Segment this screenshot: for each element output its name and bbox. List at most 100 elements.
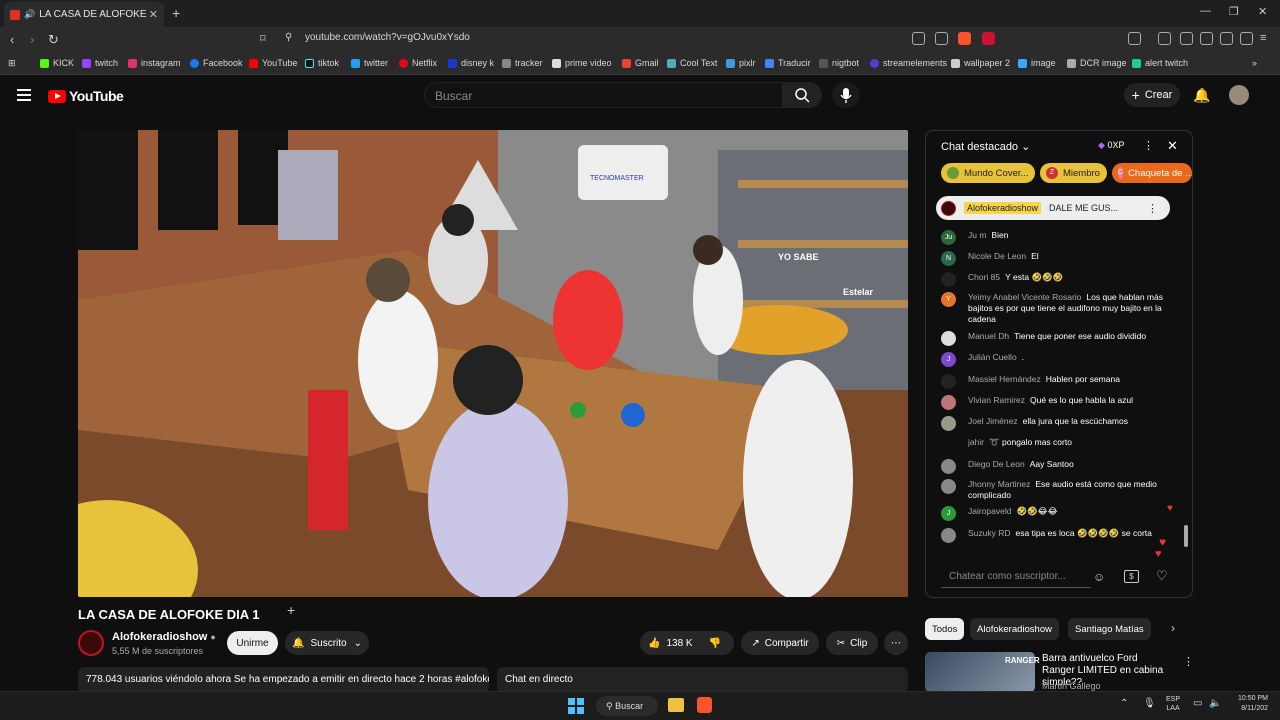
bookmark-tiktok[interactable]: tiktok	[305, 58, 339, 68]
pinned-more-icon[interactable]: ⋮	[1147, 202, 1158, 215]
network-icon[interactable]: ▭	[1193, 698, 1202, 709]
forward-icon[interactable]: ›	[30, 32, 34, 47]
bookmark-youtube[interactable]: YouTube	[249, 58, 297, 68]
chevron-right-icon[interactable]: ›	[1171, 621, 1175, 635]
bookmark-streamelements[interactable]: streamelements	[870, 58, 947, 68]
video-player[interactable]: TECNOMASTER YO SABE Estelar	[78, 130, 908, 597]
close-chat-icon[interactable]: ✕	[1167, 138, 1178, 154]
heart-icon[interactable]: ♡	[1156, 568, 1168, 584]
apps-icon[interactable]: ⊞	[8, 58, 16, 69]
subscribed-button[interactable]: 🔔 Suscrito ⌄	[285, 631, 369, 655]
minimize-icon[interactable]: —	[1200, 5, 1211, 17]
search-button[interactable]	[782, 82, 822, 108]
brave-shield-icon[interactable]	[958, 32, 971, 45]
site-info-icon[interactable]: ⚲	[285, 32, 292, 43]
join-button[interactable]: Unirme	[227, 631, 278, 655]
more-bookmarks-icon[interactable]: »	[1252, 58, 1257, 68]
back-icon[interactable]: ‹	[10, 32, 14, 47]
notifications-bell-icon[interactable]: 🔔	[1193, 87, 1210, 104]
tray-chevron-icon[interactable]: ⌃	[1120, 698, 1128, 709]
bookmark-kick[interactable]: KICK	[40, 58, 74, 68]
bookmark-alert-twitch[interactable]: alert twitch	[1132, 58, 1188, 68]
related-tab-all[interactable]: Todos	[925, 618, 965, 640]
share-button[interactable]: ↗ Compartir	[741, 631, 819, 655]
related-tab-channel[interactable]: Alofokeradioshow	[970, 618, 1059, 640]
pinned-message[interactable]: Alofokeradioshow DALE ME GUS... ⋮	[936, 196, 1170, 220]
live-chat-toggle[interactable]: Chat en directo	[497, 667, 908, 693]
menu-icon[interactable]: ≡	[1260, 32, 1273, 45]
chat-avatar: J	[941, 352, 956, 367]
more-actions-icon[interactable]: ⋯	[884, 631, 908, 655]
chat-input[interactable]: Chatear como suscriptor...	[941, 566, 1091, 588]
account-avatar[interactable]	[1229, 85, 1249, 105]
chat-points-badge[interactable]: ◆ 0XP	[1098, 140, 1124, 151]
speaker-icon[interactable]: 🔊	[24, 9, 35, 20]
cast-icon[interactable]	[912, 32, 925, 45]
bookmark-disney[interactable]: disney k	[448, 58, 494, 68]
search-input[interactable]: Buscar	[424, 82, 784, 108]
chat-scrollbar[interactable]	[1184, 525, 1188, 547]
chat-mode-dropdown[interactable]: Chat destacado ⌄	[941, 140, 1030, 153]
mic-tray-icon[interactable]: 🎙	[1143, 698, 1156, 709]
file-explorer-icon[interactable]	[668, 698, 684, 712]
bookmark-twitch[interactable]: twitch	[82, 58, 118, 68]
chat-chip-3[interactable]: C Chaqueta de ...	[1112, 163, 1192, 183]
clock[interactable]: 10:50 PM 8/11/202	[1230, 694, 1268, 714]
bookmark-twitter[interactable]: twitter	[351, 58, 388, 68]
language-indicator[interactable]: ESP LAA	[1166, 695, 1180, 713]
related-tab-santiago[interactable]: Santiago Matías	[1068, 618, 1151, 640]
browser-tab[interactable]: 🔊 LA CASA DE ALOFOKE DIA 1 ✕	[4, 2, 164, 27]
media-icon[interactable]	[1158, 32, 1171, 45]
like-icon[interactable]: 👍	[648, 638, 660, 649]
volume-icon[interactable]: 🔈	[1209, 698, 1221, 709]
voice-search-button[interactable]	[832, 82, 860, 108]
bookmark-pixlr[interactable]: pixlr	[726, 58, 756, 68]
bookmark-wallpaper[interactable]: wallpaper 2	[951, 58, 1010, 68]
related-thumbnail[interactable]: RANGER	[925, 652, 1040, 692]
new-tab-icon[interactable]: +	[172, 5, 180, 21]
bookmark-tracker[interactable]: tracker	[502, 58, 543, 68]
related-channel[interactable]: Martin Gallego	[1042, 681, 1101, 691]
chat-chip-1[interactable]: Mundo Cover...	[941, 163, 1035, 183]
related-more-icon[interactable]: ⋮	[1183, 655, 1194, 668]
emoji-icon[interactable]: ☺	[1093, 570, 1105, 584]
address-bar[interactable]: youtube.com/watch?v=gOJvu0xYsdo	[305, 32, 470, 43]
menu-hamburger-icon[interactable]	[17, 89, 31, 101]
chat-chip-2[interactable]: Z Miembro	[1040, 163, 1107, 183]
super-chat-icon[interactable]: $	[1124, 570, 1139, 583]
chat-more-icon[interactable]: ⋮	[1143, 139, 1154, 152]
dislike-icon[interactable]: 👎	[709, 638, 721, 649]
like-count[interactable]: 138 K	[666, 638, 692, 649]
screenshot-icon[interactable]	[1128, 32, 1141, 45]
channel-name[interactable]: Alofokeradioshow ●	[112, 631, 216, 643]
bookmark-netflix[interactable]: Netflix	[399, 58, 437, 68]
close-tab-icon[interactable]: ✕	[149, 8, 158, 21]
bookmark-traducir[interactable]: Traducir	[765, 58, 811, 68]
bookmark-image[interactable]: image	[1018, 58, 1056, 68]
youtube-logo[interactable]: YouTube	[48, 88, 124, 104]
bookmark-gmail[interactable]: Gmail	[622, 58, 659, 68]
reload-icon[interactable]: ↻	[48, 32, 59, 48]
bookmark-dcr-image[interactable]: DCR image	[1067, 58, 1127, 68]
bookmark-cool-text[interactable]: Cool Text	[667, 58, 717, 68]
restore-icon[interactable]: ❐	[1229, 5, 1239, 18]
sidebar-icon[interactable]	[1180, 32, 1193, 45]
wallet-icon[interactable]	[1200, 32, 1213, 45]
bookmark-prime-video[interactable]: prime video	[552, 58, 612, 68]
brave-rewards-icon[interactable]	[982, 32, 995, 45]
bookmark-instagram[interactable]: instagram	[128, 58, 181, 68]
vpn-icon[interactable]	[1240, 32, 1253, 45]
windows-start-icon[interactable]	[568, 698, 584, 714]
taskbar-search[interactable]: ⚲ Buscar	[596, 696, 658, 716]
bookmark-nigtbot[interactable]: nigtbot	[819, 58, 859, 68]
share-icon[interactable]	[935, 32, 948, 45]
create-button[interactable]: + Crear	[1124, 83, 1180, 107]
clip-button[interactable]: ✂ Clip	[826, 631, 878, 655]
bookmark-facebook[interactable]: Facebook	[190, 58, 243, 68]
close-window-icon[interactable]: ✕	[1258, 5, 1267, 18]
video-description[interactable]: 778.043 usuarios viéndolo ahora Se ha em…	[78, 667, 489, 693]
bookmark-icon[interactable]: ⌑	[260, 32, 266, 45]
channel-avatar[interactable]	[78, 630, 104, 656]
leo-icon[interactable]	[1220, 32, 1233, 45]
brave-browser-icon[interactable]	[697, 697, 712, 713]
